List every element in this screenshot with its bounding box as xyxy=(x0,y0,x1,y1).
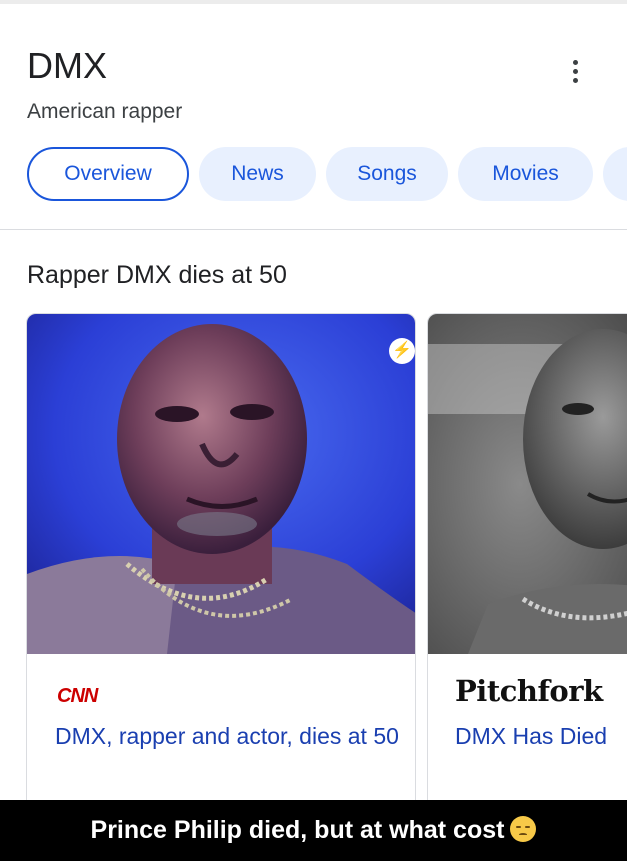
meme-caption: Prince Philip died, but at what cost xyxy=(0,800,627,861)
news-headline[interactable]: DMX Has Died xyxy=(455,720,627,753)
entity-title: DMX xyxy=(27,45,107,86)
source-logo-cnn: CNN xyxy=(57,685,98,707)
more-options-icon[interactable] xyxy=(560,54,590,88)
tab-next-partial[interactable] xyxy=(603,147,627,201)
amp-lightning-icon: ⚡ xyxy=(389,338,415,364)
tab-songs[interactable]: Songs xyxy=(326,147,448,201)
entity-subtitle: American rapper xyxy=(27,100,183,123)
news-headline[interactable]: DMX, rapper and actor, dies at 50 xyxy=(55,720,400,753)
top-stories-heading: Rapper DMX dies at 50 xyxy=(27,261,287,289)
tab-overview[interactable]: Overview xyxy=(27,147,189,201)
news-card-cnn[interactable]: ⚡ CNN DMX, rapper and actor, dies at 50 xyxy=(26,313,416,823)
entity-tabs: Overview News Songs Movies xyxy=(27,147,627,203)
top-divider xyxy=(0,0,627,4)
news-photo-dmx-concert xyxy=(27,314,415,654)
section-divider xyxy=(0,229,627,230)
source-logo-pitchfork: Pitchfork xyxy=(455,674,603,708)
news-card-pitchfork[interactable]: Pitchfork DMX Has Died xyxy=(427,313,627,823)
news-photo-dmx-bw xyxy=(428,314,627,654)
tab-news[interactable]: News xyxy=(199,147,316,201)
caption-text: Prince Philip died, but at what cost xyxy=(90,816,505,844)
pensive-face-icon xyxy=(510,816,537,842)
tab-movies[interactable]: Movies xyxy=(458,147,593,201)
